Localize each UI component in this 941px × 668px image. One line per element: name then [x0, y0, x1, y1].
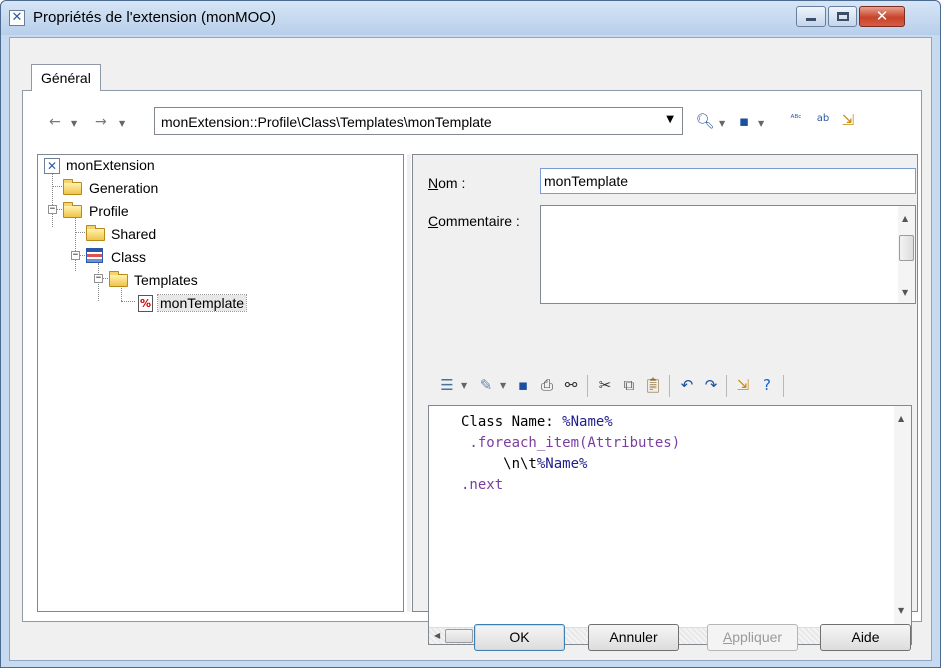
back-dropdown-icon[interactable]: ▼	[71, 119, 77, 128]
tree-node-class[interactable]: Class	[111, 249, 146, 265]
code-line-4: .next	[461, 477, 504, 493]
scroll-thumb[interactable]	[445, 629, 473, 643]
edit-icon[interactable]: ✎	[476, 375, 496, 395]
help-button[interactable]: Aide	[820, 624, 911, 651]
name-value: monTemplate	[544, 173, 629, 189]
undo-icon[interactable]: ↶	[677, 375, 697, 395]
replace-text-icon[interactable]: ab	[813, 109, 833, 129]
tab-panel: ← ▼ → ▼ monExtension::Profile\Class\Temp…	[22, 90, 922, 645]
extension-node-icon: ✕	[44, 158, 60, 174]
dialog-body: Général ← ▼ → ▼ monExtension::Profile\Cl…	[9, 37, 932, 661]
maximize-button[interactable]	[828, 6, 857, 27]
ok-button[interactable]: OK	[474, 624, 565, 651]
scroll-thumb[interactable]	[899, 235, 914, 261]
name-field[interactable]: monTemplate	[540, 168, 916, 194]
editor-vertical-scrollbar[interactable]: ▲ ▼	[894, 406, 911, 627]
comment-label: Commentaire :	[428, 213, 520, 229]
editor-menu-icon[interactable]: ☰	[437, 375, 457, 395]
folder-icon	[109, 271, 128, 287]
find-dropdown-icon[interactable]: ▼	[719, 119, 725, 128]
tree-node-shared[interactable]: Shared	[111, 226, 156, 242]
arrow-left-icon[interactable]: ←	[49, 115, 63, 129]
extension-tree[interactable]: ✕ monExtension Generation − Profile Shar…	[37, 154, 404, 612]
chevron-down-icon[interactable]: ▼	[666, 114, 674, 125]
minimize-icon	[806, 18, 816, 21]
edit-dropdown-icon[interactable]: ▼	[500, 381, 506, 390]
folder-icon	[86, 225, 105, 241]
extension-icon: ✕	[9, 10, 25, 26]
comment-scrollbar[interactable]: ▲ ▼	[898, 206, 915, 303]
template-icon: %	[138, 295, 153, 312]
code-line-1: Class Name: %Name%	[461, 414, 613, 430]
magnifier-icon[interactable]: 🔍︎	[695, 111, 715, 131]
folder-icon	[63, 202, 82, 218]
folder-icon	[63, 179, 82, 195]
scroll-left-icon[interactable]: ◀	[434, 631, 440, 640]
help-icon[interactable]: ?	[757, 375, 777, 395]
tree-node-montemplate[interactable]: monTemplate	[156, 294, 248, 312]
pane-splitter[interactable]	[407, 154, 411, 612]
apply-button[interactable]: Appliquer	[707, 624, 798, 651]
binoculars-icon[interactable]: ⚯	[561, 375, 581, 395]
scroll-down-icon[interactable]: ▼	[902, 288, 908, 297]
floppy-disk-icon[interactable]: ▪	[734, 111, 754, 131]
tree-node-templates[interactable]: Templates	[134, 272, 198, 288]
editor-menu-dropdown-icon[interactable]: ▼	[461, 381, 467, 390]
tree-node-generation[interactable]: Generation	[89, 180, 158, 196]
properties-window: ✕ Propriétés de l'extension (monMOO) ✕ G…	[0, 0, 941, 668]
redo-icon[interactable]: ↷	[701, 375, 721, 395]
code-line-3: \n\t%Name%	[461, 456, 588, 472]
arrow-right-icon[interactable]: →	[95, 115, 109, 129]
path-combobox[interactable]: monExtension::Profile\Class\Templates\mo…	[154, 107, 683, 135]
title-bar[interactable]: ✕ Propriétés de l'extension (monMOO) ✕	[1, 1, 940, 35]
spell-check-icon[interactable]: ᴬᴮᶜ	[786, 109, 806, 129]
forward-dropdown-icon[interactable]: ▼	[119, 119, 125, 128]
class-icon	[86, 248, 103, 263]
copy-icon[interactable]: ⧉	[619, 375, 639, 395]
minimize-button[interactable]	[796, 6, 826, 27]
printer-icon[interactable]: ⎙	[537, 375, 557, 395]
scroll-up-icon[interactable]: ▲	[902, 214, 908, 223]
template-editor[interactable]: Class Name: %Name% .foreach_item(Attribu…	[428, 405, 912, 645]
import-icon[interactable]: ⇲	[733, 375, 753, 395]
paste-icon[interactable]: 📋︎	[643, 375, 663, 395]
maximize-icon	[837, 12, 849, 21]
tab-general[interactable]: Général	[31, 64, 101, 91]
scroll-down-icon[interactable]: ▼	[898, 606, 904, 615]
template-properties-pane: Nom : monTemplate Commentaire : ▲ ▼ ☰ ▼ …	[412, 154, 918, 645]
tree-node-profile[interactable]: Profile	[89, 203, 129, 219]
cut-icon[interactable]: ✂	[595, 375, 615, 395]
close-icon: ✕	[875, 7, 889, 25]
comment-field[interactable]: ▲ ▼	[540, 205, 916, 304]
collapse-icon[interactable]: −	[48, 205, 57, 214]
path-value: monExtension::Profile\Class\Templates\mo…	[161, 114, 492, 130]
collapse-icon[interactable]: −	[94, 274, 103, 283]
collapse-icon[interactable]: −	[71, 251, 80, 260]
tree-node-root[interactable]: monExtension	[66, 157, 155, 173]
name-label: Nom :	[428, 175, 466, 191]
cancel-button[interactable]: Annuler	[588, 624, 679, 651]
save-dropdown-icon[interactable]: ▼	[758, 119, 764, 128]
scroll-up-icon[interactable]: ▲	[898, 414, 904, 423]
floppy-disk-icon[interactable]: ▪	[513, 375, 533, 395]
code-line-2: .foreach_item(Attributes)	[461, 435, 681, 451]
close-button[interactable]: ✕	[859, 6, 905, 27]
import-icon[interactable]: ⇲	[838, 110, 858, 130]
window-title: Propriétés de l'extension (monMOO)	[33, 9, 276, 26]
